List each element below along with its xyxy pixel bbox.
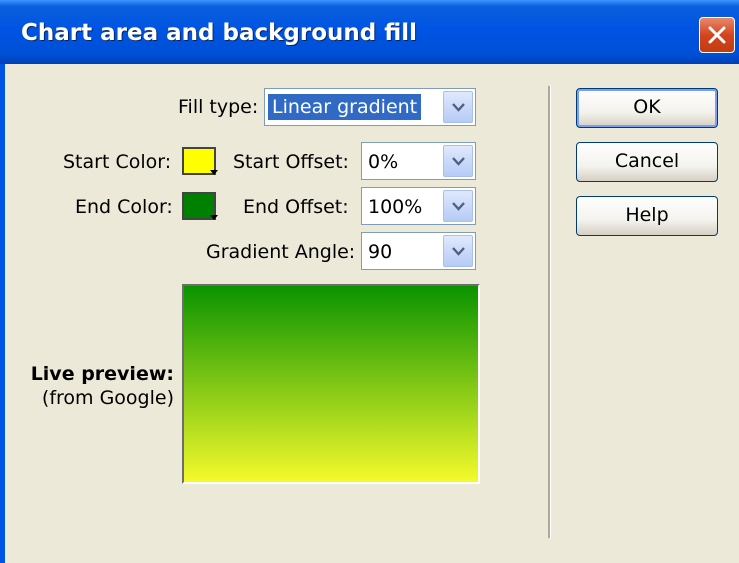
title-bar[interactable]: Chart area and background fill — [0, 0, 739, 64]
dialog-window: Chart area and background fill Fill type… — [0, 0, 739, 563]
fill-type-select[interactable]: Linear gradient — [264, 88, 476, 126]
close-icon — [708, 26, 726, 44]
start-color-picker[interactable] — [180, 144, 224, 182]
live-preview-label: Live preview: — [30, 363, 174, 385]
chevron-down-icon — [452, 202, 465, 211]
end-color-picker[interactable] — [180, 189, 224, 227]
start-offset-dropdown-button[interactable] — [443, 145, 473, 177]
end-offset-label: End Offset: — [243, 196, 349, 218]
chevron-down-icon — [452, 247, 465, 256]
gradient-angle-dropdown-button[interactable] — [443, 235, 473, 267]
live-preview-image — [182, 284, 480, 484]
start-offset-label: Start Offset: — [233, 151, 349, 173]
close-button[interactable] — [699, 17, 735, 53]
vertical-divider — [548, 86, 551, 538]
end-offset-select[interactable]: 100% — [361, 187, 476, 225]
end-offset-dropdown-button[interactable] — [443, 190, 473, 222]
fill-type-label: Fill type: — [178, 96, 259, 118]
gradient-angle-label: Gradient Angle: — [206, 241, 356, 263]
gradient-preview — [184, 286, 478, 482]
end-color-label: End Color: — [75, 196, 173, 218]
start-offset-value: 0% — [368, 151, 399, 173]
dropdown-arrow-icon — [210, 215, 218, 220]
end-offset-value: 100% — [368, 196, 423, 218]
help-button[interactable]: Help — [576, 196, 718, 236]
cancel-button[interactable]: Cancel — [576, 142, 718, 182]
dropdown-arrow-icon — [210, 170, 218, 175]
gradient-angle-value: 90 — [368, 241, 393, 263]
ok-button[interactable]: OK — [576, 88, 718, 128]
gradient-angle-select[interactable]: 90 — [361, 232, 476, 270]
chevron-down-icon — [452, 157, 465, 166]
fill-type-dropdown-button[interactable] — [443, 91, 473, 123]
window-frame — [0, 64, 5, 563]
start-offset-select[interactable]: 0% — [361, 142, 476, 180]
start-color-label: Start Color: — [63, 151, 172, 173]
live-preview-sublabel: (from Google) — [41, 387, 174, 409]
chevron-down-icon — [452, 103, 465, 112]
window-title: Chart area and background fill — [21, 20, 418, 46]
fill-type-value: Linear gradient — [268, 94, 422, 120]
